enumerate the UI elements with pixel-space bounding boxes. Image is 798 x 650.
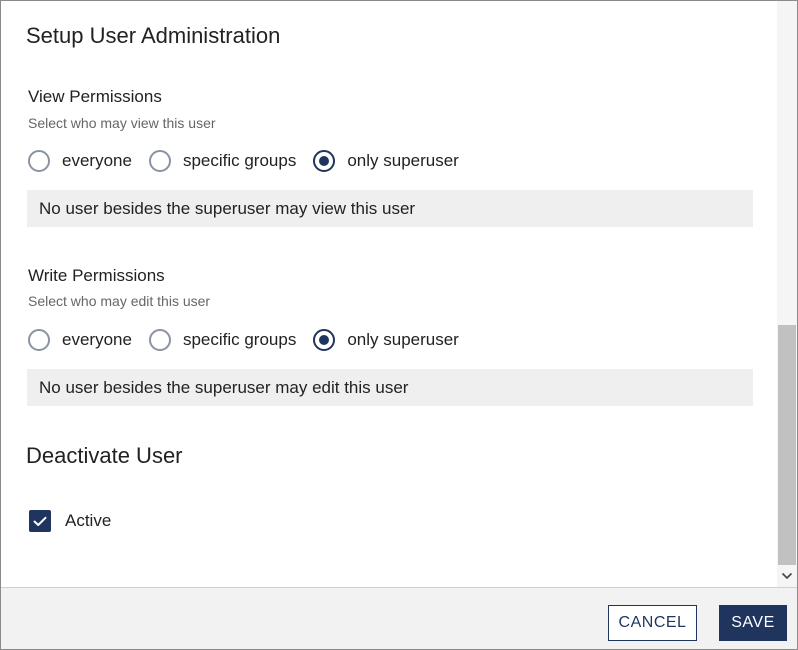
chevron-down-icon[interactable]	[781, 570, 793, 582]
write-permissions-radio-group: everyone specific groups only superuser	[28, 326, 476, 354]
radio-label: specific groups	[182, 330, 297, 349]
view-permissions-radio-group: everyone specific groups only superuser	[28, 147, 476, 175]
radio-label: only superuser	[347, 330, 459, 349]
dialog: Setup User Administration View Permissio…	[0, 0, 798, 650]
view-permissions-title: View Permissions	[28, 87, 162, 106]
view-radio-specific-groups[interactable]: specific groups	[148, 150, 297, 172]
check-icon	[29, 510, 51, 532]
view-permissions-info: No user besides the superuser may view t…	[27, 190, 753, 227]
radio-checked-icon	[313, 329, 336, 351]
dialog-content[interactable]: Setup User Administration View Permissio…	[1, 1, 777, 587]
scrollbar-thumb[interactable]	[778, 325, 796, 565]
radio-unchecked-icon	[148, 329, 171, 351]
scrollbar[interactable]	[777, 1, 797, 587]
save-button[interactable]: SAVE	[719, 605, 787, 641]
radio-label: specific groups	[182, 151, 297, 170]
write-permissions-info: No user besides the superuser may edit t…	[27, 369, 753, 406]
radio-checked-icon	[313, 150, 336, 172]
dialog-footer: CANCEL SAVE	[1, 587, 797, 649]
cancel-button[interactable]: CANCEL	[608, 605, 697, 641]
radio-unchecked-icon	[28, 150, 50, 172]
write-radio-everyone[interactable]: everyone	[28, 329, 132, 351]
active-checkbox[interactable]: Active	[29, 510, 111, 532]
radio-label: everyone	[62, 151, 132, 170]
radio-label: only superuser	[347, 151, 459, 170]
write-radio-only-superuser[interactable]: only superuser	[313, 329, 459, 351]
write-radio-specific-groups[interactable]: specific groups	[148, 329, 297, 351]
write-permissions-hint: Select who may edit this user	[28, 293, 211, 309]
deactivate-user-title: Deactivate User	[26, 443, 183, 468]
radio-unchecked-icon	[28, 329, 50, 351]
write-permissions-title: Write Permissions	[28, 266, 165, 285]
view-radio-everyone[interactable]: everyone	[28, 150, 132, 172]
view-permissions-hint: Select who may view this user	[28, 115, 216, 131]
radio-label: everyone	[62, 330, 132, 349]
view-radio-only-superuser[interactable]: only superuser	[313, 150, 459, 172]
page-title: Setup User Administration	[26, 23, 281, 48]
radio-unchecked-icon	[148, 150, 171, 172]
active-checkbox-label: Active	[65, 511, 112, 530]
